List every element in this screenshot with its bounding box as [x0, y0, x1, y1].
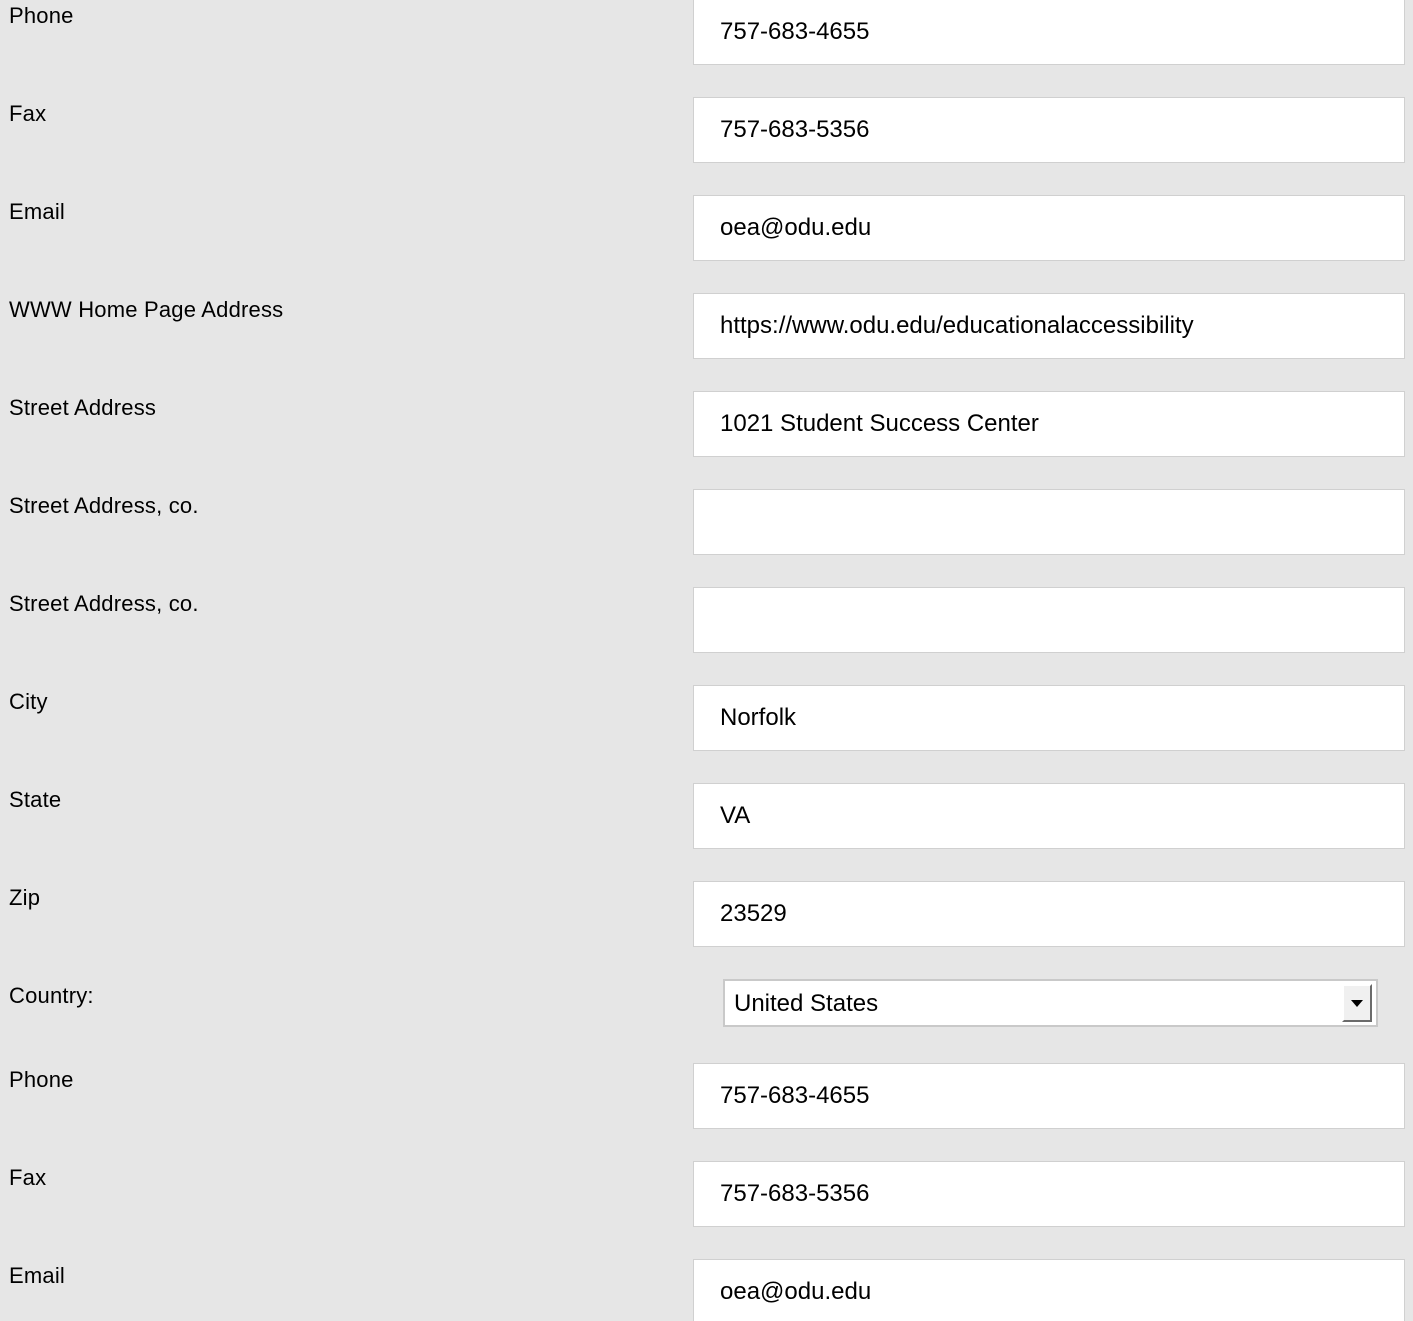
- zip-field[interactable]: [693, 881, 1405, 947]
- state-field[interactable]: [693, 783, 1405, 849]
- state-row: State: [0, 783, 1413, 881]
- zip-row: Zip: [0, 881, 1413, 979]
- email-row: Email: [0, 195, 1413, 293]
- fax-field-2[interactable]: [693, 1161, 1405, 1227]
- street-address-field[interactable]: [693, 391, 1405, 457]
- street-address-co-label-2: Street Address, co.: [9, 591, 199, 616]
- homepage-label: WWW Home Page Address: [9, 297, 284, 322]
- fax-label-2: Fax: [9, 1165, 47, 1190]
- fax-row-2: Fax: [0, 1161, 1413, 1259]
- phone-field[interactable]: [693, 0, 1405, 65]
- zip-label: Zip: [9, 885, 41, 910]
- country-select[interactable]: United States: [723, 979, 1378, 1027]
- city-row: City: [0, 685, 1413, 783]
- country-dropdown-button[interactable]: [1342, 984, 1372, 1022]
- fax-row: Fax: [0, 97, 1413, 195]
- homepage-field[interactable]: [693, 293, 1405, 359]
- email-label: Email: [9, 199, 66, 224]
- phone-row: Phone: [0, 0, 1413, 97]
- street-address-co-row-1: Street Address, co.: [0, 489, 1413, 587]
- street-address-co-field-2[interactable]: [693, 587, 1405, 653]
- email-row-2: Email: [0, 1259, 1413, 1321]
- phone-row-2: Phone: [0, 1063, 1413, 1161]
- contact-form: Phone Fax Email WWW Home Page Address St…: [0, 0, 1413, 1321]
- fax-field[interactable]: [693, 97, 1405, 163]
- street-address-label: Street Address: [9, 395, 157, 420]
- chevron-down-icon: [1351, 1000, 1363, 1007]
- country-label: Country:: [9, 983, 94, 1008]
- street-address-co-row-2: Street Address, co.: [0, 587, 1413, 685]
- street-address-co-field-1[interactable]: [693, 489, 1405, 555]
- street-address-row: Street Address: [0, 391, 1413, 489]
- phone-label-2: Phone: [9, 1067, 74, 1092]
- phone-field-2[interactable]: [693, 1063, 1405, 1129]
- fax-label: Fax: [9, 101, 47, 126]
- email-field-2[interactable]: [693, 1259, 1405, 1321]
- phone-label: Phone: [9, 3, 74, 28]
- homepage-row: WWW Home Page Address: [0, 293, 1413, 391]
- street-address-co-label-1: Street Address, co.: [9, 493, 199, 518]
- state-label: State: [9, 787, 62, 812]
- country-selected-value: United States: [734, 990, 879, 1017]
- email-label-2: Email: [9, 1263, 66, 1288]
- city-field[interactable]: [693, 685, 1405, 751]
- email-field[interactable]: [693, 195, 1405, 261]
- city-label: City: [9, 689, 48, 714]
